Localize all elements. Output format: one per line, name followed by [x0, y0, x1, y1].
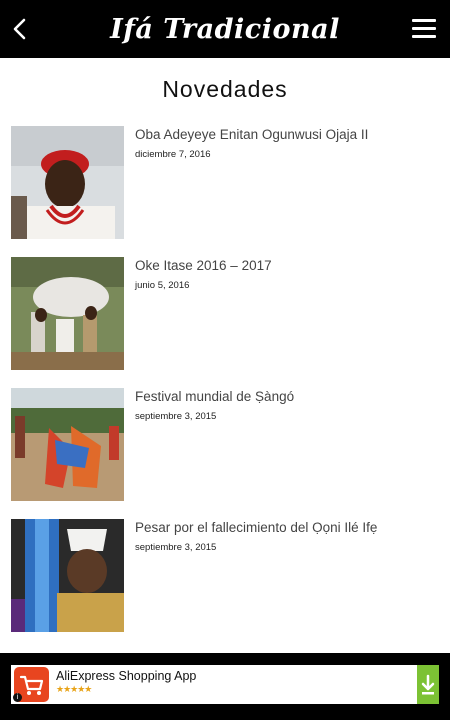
- post-title[interactable]: Festival mundial de Ṣàngó: [135, 388, 435, 405]
- post-thumbnail[interactable]: [11, 257, 124, 370]
- post-title[interactable]: Oba Adeyeye Enitan Ogunwusi Ojaja II: [135, 126, 435, 143]
- post-item[interactable]: Festival mundial de Ṣàngó septiembre 3, …: [11, 388, 441, 501]
- post-title[interactable]: Pesar por el fallecimiento del Ọọni Ilé …: [135, 519, 435, 536]
- ad-download-button[interactable]: [417, 665, 439, 704]
- section-title: Novedades: [162, 76, 288, 102]
- ooni-portrait-image: [11, 519, 124, 632]
- post-title[interactable]: Oke Itase 2016 – 2017: [135, 257, 435, 274]
- ad-rating-stars: ★★★★★: [56, 685, 92, 695]
- post-thumbnail[interactable]: [11, 519, 124, 632]
- post-item[interactable]: Oke Itase 2016 – 2017 junio 5, 2016: [11, 257, 441, 370]
- king-portrait-image: [11, 126, 124, 239]
- main-content: Novedades Oba Adeyeye Enitan Ogunwusi Oj…: [0, 58, 450, 653]
- post-date: diciembre 7, 2016: [135, 149, 211, 160]
- back-button[interactable]: [6, 14, 36, 44]
- ad-app-name[interactable]: AliExpress Shopping App: [56, 669, 196, 683]
- festival-crowd-image: [11, 257, 124, 370]
- post-date: junio 5, 2016: [135, 280, 190, 291]
- post-date: septiembre 3, 2015: [135, 411, 217, 422]
- download-icon: [421, 674, 435, 695]
- ad-info-icon[interactable]: i: [13, 693, 22, 702]
- post-thumbnail[interactable]: [11, 126, 124, 239]
- post-date: septiembre 3, 2015: [135, 542, 217, 553]
- sango-festival-image: [11, 388, 124, 501]
- back-chevron-icon: [13, 18, 26, 40]
- post-item[interactable]: Pesar por el fallecimiento del Ọọni Ilé …: [11, 519, 441, 632]
- top-app-bar: Ifá Tradicional: [0, 0, 450, 58]
- hamburger-menu-icon: [412, 19, 436, 22]
- ad-content[interactable]: i AliExpress Shopping App ★★★★★: [11, 665, 439, 704]
- post-item[interactable]: Oba Adeyeye Enitan Ogunwusi Ojaja II dic…: [11, 126, 441, 239]
- ad-banner: i AliExpress Shopping App ★★★★★: [0, 653, 450, 720]
- post-thumbnail[interactable]: [11, 388, 124, 501]
- app-title: Ifá Tradicional: [110, 14, 340, 45]
- menu-button[interactable]: [412, 19, 436, 39]
